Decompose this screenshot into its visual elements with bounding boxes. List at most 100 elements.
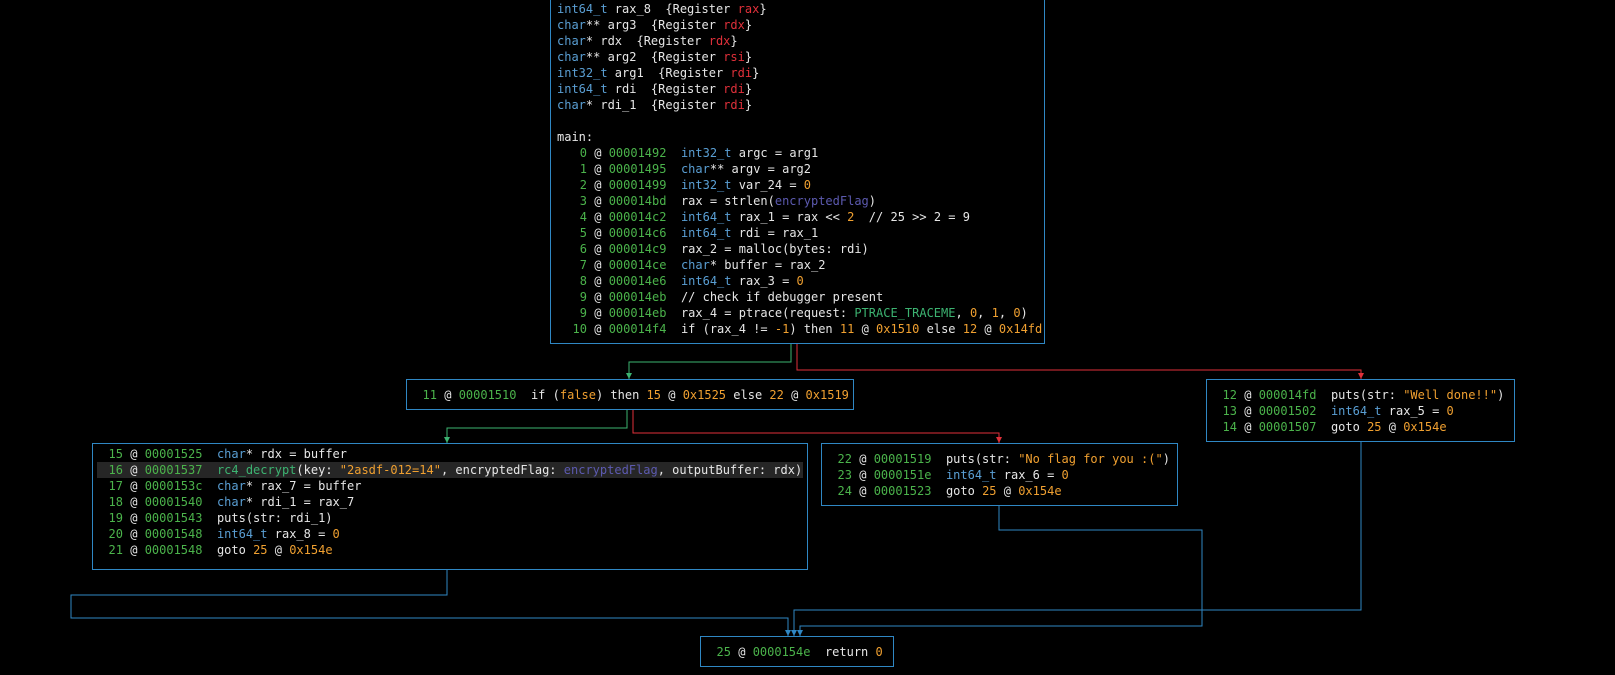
code-token: else: [726, 388, 770, 402]
code-token: * rdx = buffer: [245, 447, 347, 461]
instruction-address[interactable]: 000014eb: [609, 290, 667, 304]
block-15[interactable]: 15 @ 00001525 char* rdx = buffer 16 @ 000…: [92, 443, 808, 570]
code-token: }: [744, 82, 753, 96]
il-line[interactable]: 8 @ 000014e6 int64_t rax_3 = 0: [555, 273, 1040, 289]
code-token: "2asdf-012=14": [339, 463, 441, 477]
instruction-index: 19: [108, 511, 123, 525]
instruction-address[interactable]: 000014e6: [609, 274, 667, 288]
il-line[interactable]: 5 @ 000014c6 int64_t rdi = rax_1: [555, 225, 1040, 241]
instruction-address[interactable]: 0000151e: [874, 468, 932, 482]
code-token: rdx: [708, 34, 731, 48]
il-line[interactable]: 18 @ 00001540 char* rdi_1 = rax_7: [97, 494, 803, 510]
code-token: }: [744, 98, 753, 112]
il-line[interactable]: 25 @ 0000154e return 0: [705, 644, 889, 660]
code-token: rdi {Register: [607, 82, 724, 96]
block-25[interactable]: 25 @ 0000154e return 0: [700, 636, 894, 667]
at-separator: @: [587, 210, 609, 224]
instruction-address[interactable]: 000014c2: [609, 210, 667, 224]
instruction-index: 15: [108, 447, 123, 461]
instruction-address[interactable]: 00001499: [609, 178, 667, 192]
il-line[interactable]: 7 @ 000014ce char* buffer = rax_2: [555, 257, 1040, 273]
block-12[interactable]: 12 @ 000014fd puts(str: "Well done!!") 13…: [1206, 379, 1515, 442]
il-line[interactable]: 4 @ 000014c2 int64_t rax_1 = rax << 2 //…: [555, 209, 1040, 225]
instruction-address[interactable]: 00001543: [145, 511, 203, 525]
il-line[interactable]: 9 @ 000014eb // check if debugger presen…: [555, 289, 1040, 305]
instruction-address[interactable]: 00001540: [145, 495, 203, 509]
code-token: ) then: [595, 388, 647, 402]
il-line[interactable]: 19 @ 00001543 puts(str: rdi_1): [97, 510, 803, 526]
instruction-address[interactable]: 0000154e: [753, 645, 811, 659]
instruction-address[interactable]: 000014c9: [609, 242, 667, 256]
instruction-index: 6: [579, 242, 587, 256]
il-line[interactable]: 0 @ 00001492 int32_t argc = arg1: [555, 145, 1040, 161]
il-line[interactable]: 3 @ 000014bd rax = strlen(encryptedFlag): [555, 193, 1040, 209]
instruction-index: 25: [716, 645, 731, 659]
il-line[interactable]: 24 @ 00001523 goto 25 @ 0x154e: [826, 483, 1173, 499]
code-token: ** argv = arg2: [709, 162, 811, 176]
instruction-address[interactable]: 00001548: [145, 527, 203, 541]
code-token: ): [794, 463, 803, 477]
instruction-address[interactable]: 00001548: [145, 543, 203, 557]
instruction-index: 5: [579, 226, 587, 240]
instruction-address[interactable]: 00001495: [609, 162, 667, 176]
code-token: main:: [557, 130, 594, 144]
instruction-address[interactable]: 000014bd: [609, 194, 667, 208]
instruction-address[interactable]: 000014eb: [609, 306, 667, 320]
il-line[interactable]: 15 @ 00001525 char* rdx = buffer: [97, 446, 803, 462]
il-line[interactable]: 10 @ 000014f4 if (rax_4 != -1) then 11 @…: [555, 321, 1043, 337]
il-line[interactable]: 12 @ 000014fd puts(str: "Well done!!"): [1211, 387, 1510, 403]
code-token: arg1 {Register: [607, 66, 731, 80]
at-separator: @: [587, 194, 609, 208]
at-separator: @: [852, 468, 874, 482]
code-token: char: [216, 479, 246, 493]
instruction-address[interactable]: 00001510: [459, 388, 517, 402]
instruction-address[interactable]: 000014fd: [1259, 388, 1317, 402]
at-separator: @: [123, 479, 145, 493]
il-line[interactable]: 6 @ 000014c9 rax_2 = malloc(bytes: rdi): [555, 241, 1040, 257]
instruction-index: 2: [579, 178, 587, 192]
il-line[interactable]: 22 @ 00001519 puts(str: "No flag for you…: [826, 451, 1173, 467]
instruction-address[interactable]: 00001502: [1259, 404, 1317, 418]
code-token: int64_t: [680, 210, 732, 224]
code-token: goto: [945, 484, 983, 498]
code-token: * rdi_1 = rax_7: [245, 495, 355, 509]
code-token: rdi: [730, 66, 753, 80]
il-line[interactable]: 21 @ 00001548 goto 25 @ 0x154e: [97, 542, 803, 558]
instruction-address[interactable]: 00001519: [874, 452, 932, 466]
instruction-address[interactable]: 00001537: [145, 463, 203, 477]
instruction-address[interactable]: 00001523: [874, 484, 932, 498]
code-token: int64_t: [680, 274, 732, 288]
function-label: main:: [557, 129, 593, 145]
code-token: puts(str:: [1330, 388, 1404, 402]
instruction-address[interactable]: 00001492: [609, 146, 667, 160]
code-token: 22: [769, 388, 784, 402]
code-token: char: [557, 34, 586, 48]
instruction-address[interactable]: 00001525: [145, 447, 203, 461]
il-line[interactable]: 13 @ 00001502 int64_t rax_5 = 0: [1211, 403, 1510, 419]
instruction-address[interactable]: 00001507: [1259, 420, 1317, 434]
il-line[interactable]: 14 @ 00001507 goto 25 @ 0x154e: [1211, 419, 1510, 435]
instruction-address[interactable]: 000014f4: [609, 322, 667, 336]
il-line[interactable]: 17 @ 0000153c char* rax_7 = buffer: [97, 478, 803, 494]
il-line[interactable]: 11 @ 00001510 if (false) then 15 @ 0x152…: [411, 387, 849, 403]
code-token: // 25 >> 2 = 9: [854, 210, 970, 224]
instruction-address[interactable]: 000014c6: [609, 226, 667, 240]
instruction-address[interactable]: 000014ce: [609, 258, 667, 272]
block-main[interactable]: int64_t rax_8 {Register rax} char** arg3 …: [550, 0, 1045, 344]
code-token: 0: [875, 645, 883, 659]
il-line[interactable]: 9 @ 000014eb rax_4 = ptrace(request: PTR…: [555, 305, 1040, 321]
il-line[interactable]: 23 @ 0000151e int64_t rax_6 = 0: [826, 467, 1173, 483]
instruction-address[interactable]: 0000153c: [145, 479, 203, 493]
code-token: rdx: [723, 18, 745, 32]
il-line[interactable]: 16 @ 00001537 rc4_decrypt(key: "2asdf-01…: [97, 462, 803, 478]
block-22[interactable]: 22 @ 00001519 puts(str: "No flag for you…: [821, 443, 1178, 506]
block-11[interactable]: 11 @ 00001510 if (false) then 15 @ 0x152…: [406, 379, 854, 410]
code-token: int32_t: [557, 66, 608, 80]
at-separator: @: [1237, 404, 1259, 418]
il-line[interactable]: 1 @ 00001495 char** argv = arg2: [555, 161, 1040, 177]
il-line[interactable]: 20 @ 00001548 int64_t rax_8 = 0: [97, 526, 803, 542]
code-token: rdi = rax_1: [731, 226, 819, 240]
code-token: @: [661, 388, 683, 402]
il-line[interactable]: 2 @ 00001499 int32_t var_24 = 0: [555, 177, 1040, 193]
